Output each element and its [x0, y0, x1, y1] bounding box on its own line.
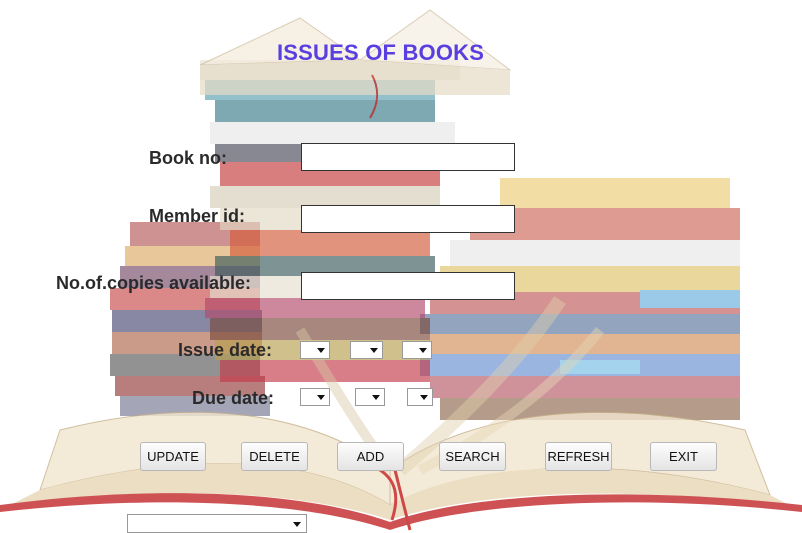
- issue-date-day-select[interactable]: [300, 341, 330, 359]
- copies-available-input[interactable]: [301, 272, 515, 300]
- chevron-down-icon: [317, 348, 325, 353]
- due-date-year-select[interactable]: [407, 388, 433, 406]
- delete-button[interactable]: DELETE: [241, 442, 308, 471]
- chevron-down-icon: [419, 348, 427, 353]
- page-title: ISSUES OF BOOKS: [277, 40, 485, 65]
- chevron-down-icon: [317, 395, 325, 400]
- issue-date-month-select[interactable]: [350, 341, 383, 359]
- book-no-input[interactable]: [301, 143, 515, 171]
- refresh-button[interactable]: REFRESH: [545, 442, 612, 471]
- member-id-input[interactable]: [301, 205, 515, 233]
- issue-date-year-select[interactable]: [402, 341, 432, 359]
- due-date-label: Due date:: [192, 388, 275, 408]
- chevron-down-icon: [372, 395, 380, 400]
- member-id-label: Member id:: [149, 206, 246, 226]
- due-date-month-select[interactable]: [355, 388, 385, 406]
- book-no-label: Book no:: [149, 148, 227, 168]
- update-button[interactable]: UPDATE: [140, 442, 206, 471]
- bottom-select[interactable]: [127, 514, 307, 533]
- chevron-down-icon: [293, 522, 301, 527]
- add-button[interactable]: ADD: [337, 442, 404, 471]
- issue-date-label: Issue date:: [178, 340, 273, 360]
- search-button[interactable]: SEARCH: [439, 442, 506, 471]
- exit-button[interactable]: EXIT: [650, 442, 717, 471]
- due-date-day-select[interactable]: [300, 388, 330, 406]
- chevron-down-icon: [370, 348, 378, 353]
- copies-available-label: No.of.copies available:: [56, 273, 252, 293]
- chevron-down-icon: [420, 395, 428, 400]
